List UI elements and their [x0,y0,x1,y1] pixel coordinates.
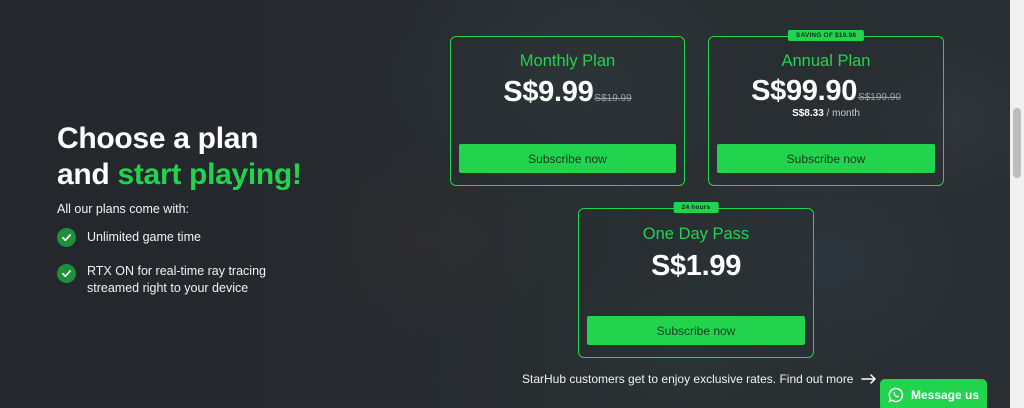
price-row: S$99.90 S$199.90 [709,75,943,108]
scrollbar-thumb[interactable] [1013,108,1021,178]
plan-old-price: S$199.90 [858,92,901,103]
plan-title: Annual Plan [781,52,871,70]
plan-price: S$1.99 [650,250,742,282]
starhub-link[interactable]: StarHub customers get to enjoy exclusive… [522,372,877,386]
whatsapp-icon [888,387,904,403]
feature-text: RTX ON for real-time ray tracing streame… [87,264,266,295]
plan-title: One Day Pass [642,225,750,243]
scrollbar[interactable] [1010,0,1024,408]
feature-item: RTX ON for real-time ray tracing streame… [57,262,287,297]
plan-card-one-day: 24 hours One Day Pass S$1.99 Subscribe n… [578,202,814,358]
duration-badge: 24 hours [673,202,719,213]
heading-line-2-prefix: and [57,158,118,191]
per-month-unit: / month [823,108,860,119]
per-month-value: S$8.33 [792,108,824,119]
plan-price: S$99.90 [751,75,858,107]
features-intro: All our plans come with: [57,202,190,216]
check-icon [57,228,76,247]
plan-old-price: S$19.99 [594,93,632,104]
price-row: S$9.99 S$19.99 [451,76,684,109]
plan-card-monthly: Monthly Plan S$9.99 S$19.99 Subscribe no… [450,36,685,186]
check-icon [57,264,76,283]
subscribe-one-day-button[interactable]: Subscribe now [587,316,805,345]
price-row: S$1.99 [579,250,813,283]
subscribe-annual-button[interactable]: Subscribe now [717,144,935,173]
page-title: Choose a plan and start playing! [57,121,302,193]
starhub-link-text[interactable]: StarHub customers get to enjoy exclusive… [522,372,853,386]
plan-title: Monthly Plan [519,52,616,70]
feature-item: Unlimited game time [57,228,287,247]
plan-card-annual: SAVING OF $19.98 Annual Plan S$99.90 S$1… [708,30,944,186]
per-month-price: S$8.33 / month [709,108,943,119]
heading-line-1: Choose a plan [57,122,259,155]
hero-heading: Choose a plan and start playing! [57,121,302,193]
message-us-label[interactable]: Message us [911,388,979,402]
saving-badge: SAVING OF $19.98 [787,30,865,41]
message-us-button[interactable]: Message us [880,379,987,408]
feature-text: Unlimited game time [87,230,201,244]
arrow-right-icon [861,374,877,384]
plan-price: S$9.99 [503,76,594,108]
heading-accent: start playing! [117,158,302,191]
subscribe-monthly-button[interactable]: Subscribe now [459,144,676,173]
